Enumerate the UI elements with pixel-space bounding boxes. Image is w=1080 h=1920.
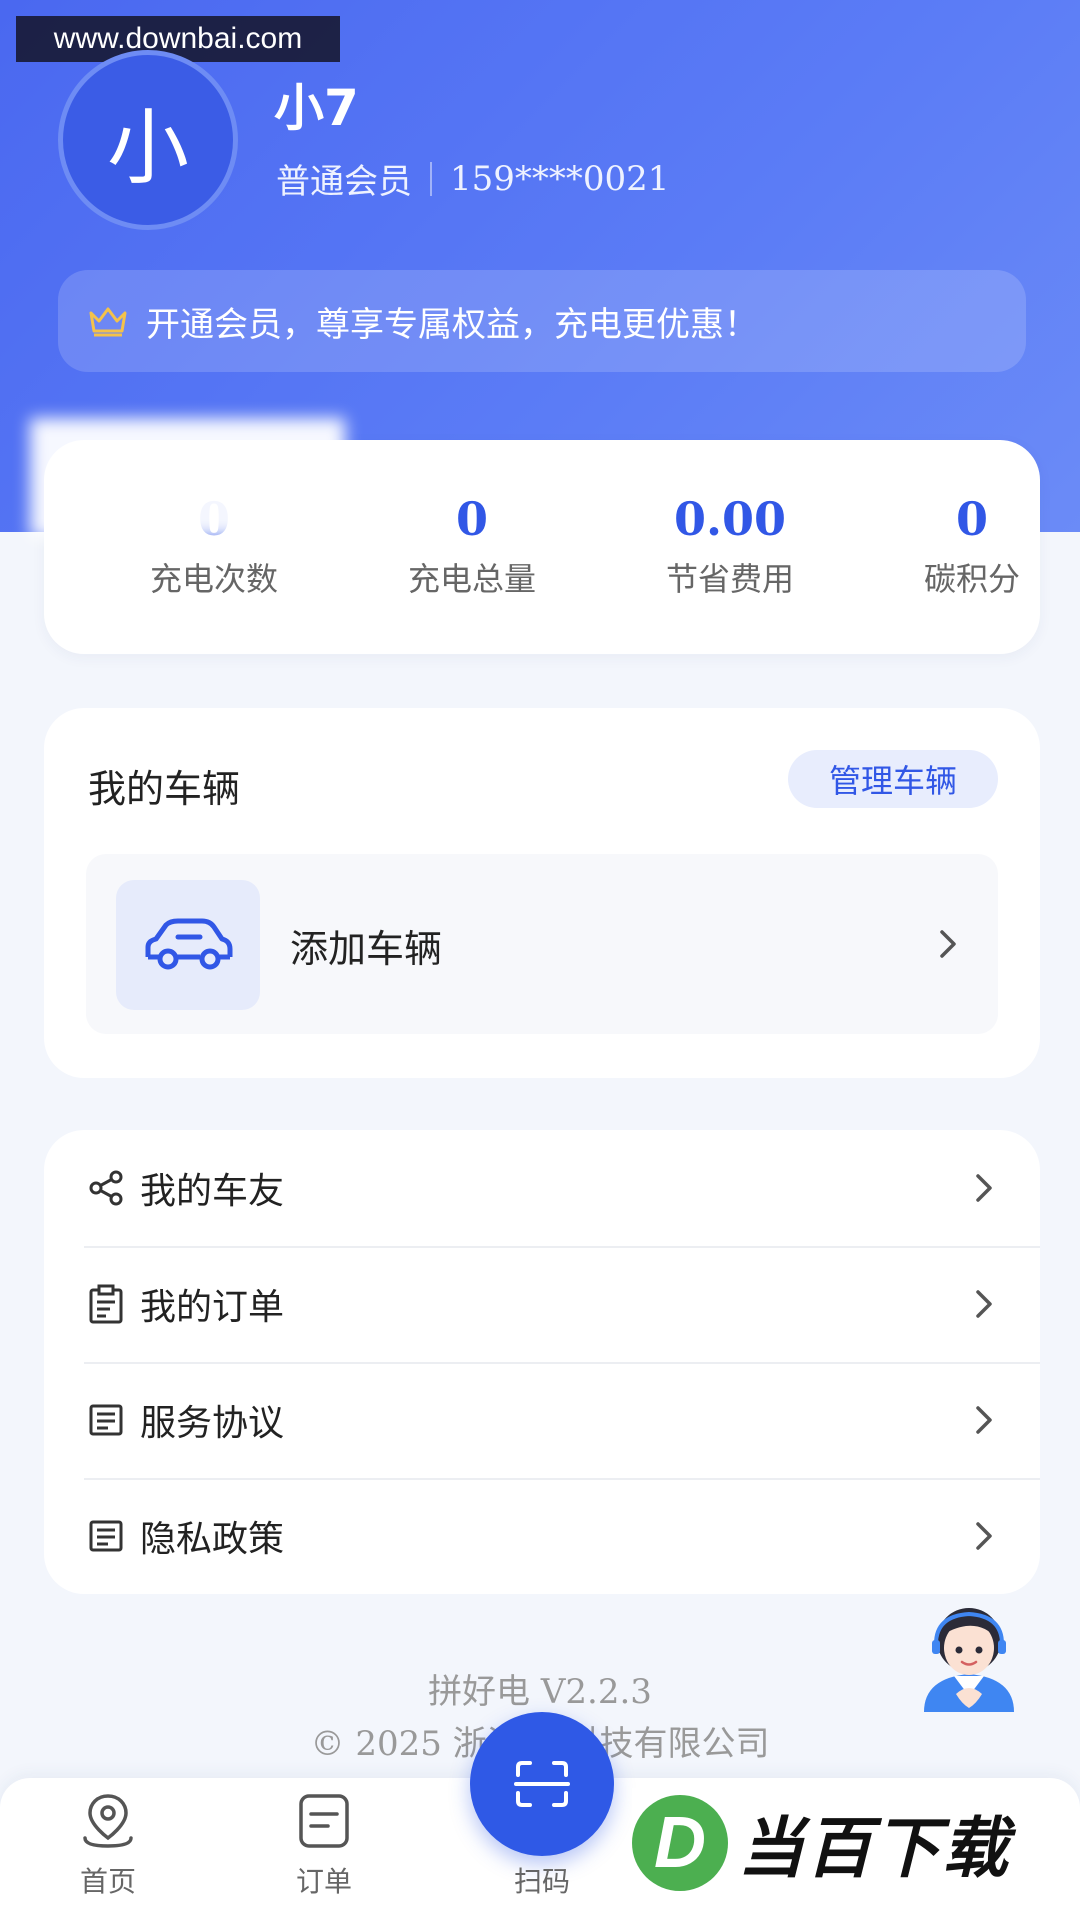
menu-item-label: 隐私政策: [140, 1519, 285, 1560]
scan-button[interactable]: [470, 1712, 614, 1856]
scan-icon: [514, 1761, 570, 1807]
clipboard-icon: [89, 1284, 123, 1324]
add-vehicle-row[interactable]: 添加车辆: [86, 854, 998, 1034]
stat-value: 0.00: [673, 492, 787, 546]
menu-item-my-orders[interactable]: 我的订单: [44, 1246, 1040, 1362]
chevron-right-icon: [940, 930, 956, 958]
vip-banner-text: 开通会员，尊享专属权益，充电更优惠！: [146, 304, 758, 345]
car-icon-box: [116, 880, 260, 1010]
blur-overlay: [30, 418, 345, 538]
stat-charge-total[interactable]: 0 充电总量: [372, 492, 572, 600]
stat-value: 0: [455, 492, 488, 546]
menu-card: 我的车友 我的订单 服务协议 隐私政策: [44, 1130, 1040, 1594]
menu-item-label: 我的车友: [140, 1171, 285, 1212]
document-icon: [89, 1404, 123, 1436]
tab-label: 首页: [79, 1865, 136, 1898]
vehicle-card: 我的车辆 管理车辆 添加车辆: [44, 708, 1040, 1078]
divider: [430, 161, 432, 196]
menu-item-label: 服务协议: [140, 1403, 285, 1444]
avatar[interactable]: 小: [58, 50, 238, 230]
stat-saved-cost[interactable]: 0.00 节省费用: [630, 492, 830, 600]
stat-label: 充电总量: [407, 560, 536, 598]
document-icon: [89, 1520, 123, 1552]
brand-logo: D: [632, 1795, 728, 1891]
stat-value: 0: [955, 492, 988, 546]
tab-orders[interactable]: 订单: [254, 1792, 394, 1900]
stat-carbon-points[interactable]: 0 碳积分: [872, 492, 1072, 600]
member-level: 普通会员: [276, 162, 412, 202]
brand-text: 当百下载: [738, 1810, 1010, 1887]
stat-label: 充电次数: [149, 560, 278, 598]
stat-label: 碳积分: [923, 560, 1020, 598]
user-name: 小7: [274, 79, 359, 137]
manage-vehicles-button[interactable]: 管理车辆: [788, 750, 998, 808]
add-vehicle-label: 添加车辆: [290, 927, 443, 971]
car-icon: [145, 918, 233, 970]
crown-icon: [89, 307, 127, 337]
chevron-right-icon: [976, 1290, 992, 1318]
vehicle-section-title: 我的车辆: [88, 767, 241, 811]
chevron-right-icon: [976, 1406, 992, 1434]
vip-banner[interactable]: 开通会员，尊享专属权益，充电更优惠！: [58, 270, 1026, 372]
phone-number: 159****0021: [450, 158, 670, 199]
menu-item-car-friends[interactable]: 我的车友: [44, 1130, 1040, 1246]
menu-item-privacy-policy[interactable]: 隐私政策: [44, 1478, 1040, 1594]
stat-label: 节省费用: [665, 560, 794, 598]
share-icon: [89, 1170, 123, 1206]
chevron-right-icon: [976, 1174, 992, 1202]
menu-item-label: 我的订单: [140, 1287, 285, 1328]
location-pin-icon: [83, 1794, 133, 1848]
tab-home[interactable]: 首页: [38, 1792, 178, 1900]
tab-label: 订单: [295, 1865, 352, 1898]
chevron-right-icon: [976, 1522, 992, 1550]
menu-item-service-agreement[interactable]: 服务协议: [44, 1362, 1040, 1478]
app-version: 拼好电 V2.2.3: [428, 1672, 652, 1712]
brand-watermark: D 当百下载: [632, 1788, 1062, 1898]
scan-label: 扫码: [513, 1865, 570, 1898]
user-subinfo: 普通会员 159****0021: [276, 154, 669, 203]
order-list-icon: [299, 1794, 349, 1848]
